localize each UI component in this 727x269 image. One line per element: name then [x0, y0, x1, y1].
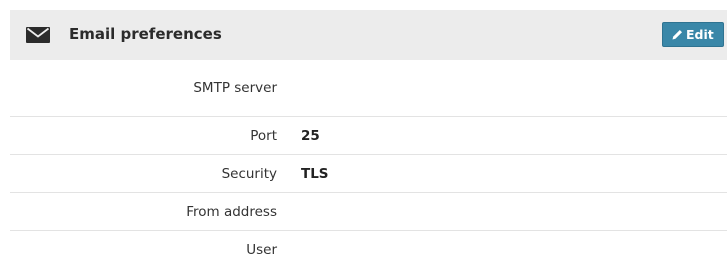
panel-title: Email preferences: [69, 25, 222, 43]
edit-button-label: Edit: [686, 27, 714, 42]
field-row-security: Security TLS: [10, 155, 727, 193]
email-preferences-panel: Email preferences Edit SMTP server Port …: [10, 10, 727, 269]
field-label: SMTP server: [193, 80, 277, 96]
field-row-user: User: [10, 231, 727, 269]
field-label: Security: [221, 166, 277, 182]
preferences-list: SMTP server Port 25 Security TLS From ad…: [10, 60, 727, 269]
field-value: 25: [301, 128, 320, 144]
envelope-icon: [26, 27, 50, 43]
edit-button[interactable]: Edit: [662, 22, 724, 47]
field-row-port: Port 25: [10, 117, 727, 155]
field-label: Port: [250, 128, 277, 144]
field-label: From address: [186, 204, 277, 220]
pencil-icon: [672, 30, 682, 40]
field-row-from-address: From address: [10, 193, 727, 231]
field-row-smtp-server: SMTP server: [10, 60, 727, 117]
field-value: TLS: [301, 166, 329, 182]
field-label: User: [246, 242, 277, 258]
panel-header: Email preferences Edit: [10, 10, 727, 60]
